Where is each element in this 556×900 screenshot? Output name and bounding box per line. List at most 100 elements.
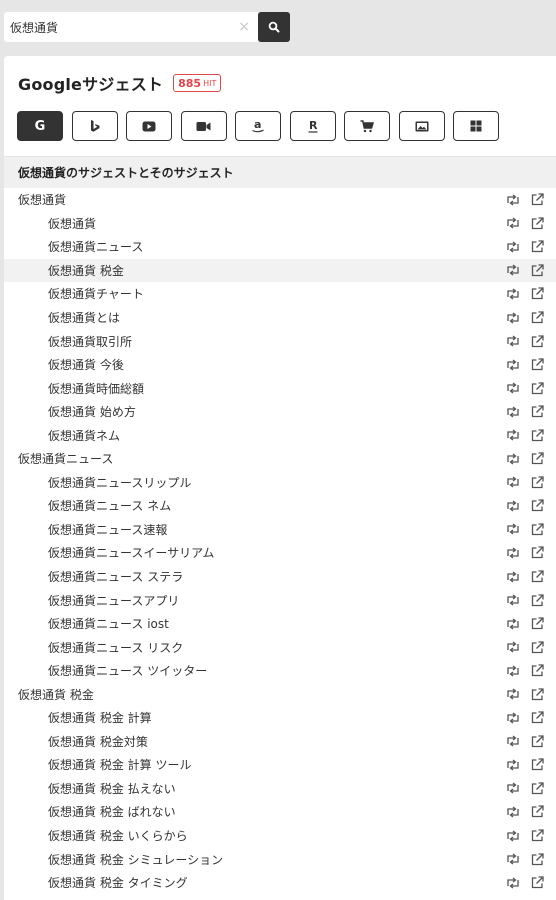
clear-icon[interactable]: × xyxy=(238,18,250,36)
retweet-icon[interactable] xyxy=(504,616,522,632)
retweet-icon[interactable] xyxy=(504,404,522,420)
suggest-row[interactable]: 仮想通貨ニュース リスク xyxy=(4,635,556,659)
retweet-icon[interactable] xyxy=(504,310,522,326)
retweet-icon[interactable] xyxy=(504,851,522,867)
suggest-row[interactable]: 仮想通貨 税金 ばれない xyxy=(4,800,556,824)
engine-button-image[interactable] xyxy=(398,111,445,141)
external-link-icon[interactable] xyxy=(528,875,546,891)
suggest-text[interactable]: 仮想通貨ニュース iost xyxy=(48,615,169,632)
suggest-text[interactable]: 仮想通貨 xyxy=(18,191,66,208)
suggest-row[interactable]: 仮想通貨 税金 タイミング xyxy=(4,871,556,895)
retweet-icon[interactable] xyxy=(504,357,522,373)
external-link-icon[interactable] xyxy=(528,262,546,278)
suggest-group-row[interactable]: 仮想通貨ニュース xyxy=(4,447,556,471)
external-link-icon[interactable] xyxy=(528,757,546,773)
retweet-icon[interactable] xyxy=(504,686,522,702)
engine-button-amazon[interactable]: a xyxy=(235,111,281,141)
external-link-icon[interactable] xyxy=(528,192,546,208)
suggest-row[interactable]: 仮想通貨ニュースアプリ xyxy=(4,588,556,612)
suggest-row[interactable]: 仮想通貨ニュース iost xyxy=(4,612,556,636)
retweet-icon[interactable] xyxy=(504,545,522,561)
external-link-icon[interactable] xyxy=(528,474,546,490)
external-link-icon[interactable] xyxy=(528,686,546,702)
suggest-group-row[interactable]: 仮想通貨 税金 xyxy=(4,682,556,706)
external-link-icon[interactable] xyxy=(528,380,546,396)
retweet-icon[interactable] xyxy=(504,262,522,278)
suggest-text[interactable]: 仮想通貨ニュース速報 xyxy=(48,521,167,538)
suggest-text[interactable]: 仮想通貨 税金 計算 ツール xyxy=(48,756,191,773)
suggest-row[interactable]: 仮想通貨 税金 xyxy=(4,258,556,283)
suggest-text[interactable]: 仮想通貨 税金 計算 xyxy=(48,709,152,726)
retweet-icon[interactable] xyxy=(504,380,522,396)
suggest-row[interactable]: 仮想通貨ニュースリップル xyxy=(4,471,556,495)
external-link-icon[interactable] xyxy=(528,286,546,302)
suggest-text[interactable]: 仮想通貨 税金 タイミング xyxy=(48,874,188,891)
suggest-text[interactable]: 仮想通貨チャート xyxy=(48,285,144,302)
external-link-icon[interactable] xyxy=(528,804,546,820)
retweet-icon[interactable] xyxy=(504,474,522,490)
suggest-text[interactable]: 仮想通貨ネム xyxy=(48,427,120,444)
suggest-row[interactable]: 仮想通貨ニュース ステラ xyxy=(4,565,556,589)
suggest-row[interactable]: 仮想通貨ニュース xyxy=(4,235,556,259)
engine-button-google[interactable]: G xyxy=(17,111,63,141)
suggest-text[interactable]: 仮想通貨 始め方 xyxy=(48,403,136,420)
suggest-row[interactable]: 仮想通貨 税金 払えない xyxy=(4,777,556,801)
retweet-icon[interactable] xyxy=(504,239,522,255)
suggest-row[interactable]: 仮想通貨 税金対策 xyxy=(4,730,556,754)
retweet-icon[interactable] xyxy=(504,828,522,844)
suggest-text[interactable]: 仮想通貨ニュース xyxy=(18,450,113,467)
external-link-icon[interactable] xyxy=(528,616,546,632)
suggest-text[interactable]: 仮想通貨時価総額 xyxy=(48,380,144,397)
suggest-text[interactable]: 仮想通貨 xyxy=(48,215,96,232)
suggest-text[interactable]: 仮想通貨 税金 ばれない xyxy=(48,803,176,820)
retweet-icon[interactable] xyxy=(504,333,522,349)
suggest-row[interactable]: 仮想通貨ニュースイーサリアム xyxy=(4,541,556,565)
suggest-row[interactable]: 仮想通貨ニュース ネム xyxy=(4,494,556,518)
external-link-icon[interactable] xyxy=(528,545,546,561)
external-link-icon[interactable] xyxy=(528,498,546,514)
retweet-icon[interactable] xyxy=(504,639,522,655)
external-link-icon[interactable] xyxy=(528,828,546,844)
external-link-icon[interactable] xyxy=(528,521,546,537)
retweet-icon[interactable] xyxy=(504,757,522,773)
suggest-text[interactable]: 仮想通貨ニュースアプリ xyxy=(48,592,179,609)
suggest-group-row[interactable]: 仮想通貨 xyxy=(4,188,556,212)
retweet-icon[interactable] xyxy=(504,286,522,302)
suggest-text[interactable]: 仮想通貨ニュース リスク xyxy=(48,639,183,656)
external-link-icon[interactable] xyxy=(528,215,546,231)
suggest-row[interactable]: 仮想通貨ネム xyxy=(4,423,556,447)
suggest-row[interactable]: 仮想通貨とは xyxy=(4,306,556,330)
suggest-text[interactable]: 仮想通貨 税金 xyxy=(18,686,94,703)
external-link-icon[interactable] xyxy=(528,404,546,420)
suggest-row[interactable]: 仮想通貨 税金 計算 xyxy=(4,706,556,730)
suggest-text[interactable]: 仮想通貨 税金 払えない xyxy=(48,780,176,797)
retweet-icon[interactable] xyxy=(504,427,522,443)
suggest-row[interactable]: 仮想通貨 xyxy=(4,212,556,236)
suggest-row[interactable]: 仮想通貨チャート xyxy=(4,282,556,306)
external-link-icon[interactable] xyxy=(528,733,546,749)
external-link-icon[interactable] xyxy=(528,357,546,373)
suggest-row[interactable]: 仮想通貨 税金 シミュレーション xyxy=(4,847,556,871)
external-link-icon[interactable] xyxy=(528,851,546,867)
retweet-icon[interactable] xyxy=(504,451,522,467)
suggest-text[interactable]: 仮想通貨ニュースイーサリアム xyxy=(48,544,214,561)
external-link-icon[interactable] xyxy=(528,639,546,655)
retweet-icon[interactable] xyxy=(504,521,522,537)
external-link-icon[interactable] xyxy=(528,451,546,467)
suggest-row[interactable]: 仮想通貨 税金 計算 ツール xyxy=(4,753,556,777)
engine-button-video[interactable] xyxy=(180,111,227,141)
suggest-text[interactable]: 仮想通貨ニュース ネム xyxy=(48,497,171,514)
external-link-icon[interactable] xyxy=(528,239,546,255)
external-link-icon[interactable] xyxy=(528,780,546,796)
engine-button-shopping[interactable] xyxy=(344,111,390,141)
external-link-icon[interactable] xyxy=(528,310,546,326)
engine-button-youtube[interactable] xyxy=(126,111,172,141)
retweet-icon[interactable] xyxy=(504,498,522,514)
external-link-icon[interactable] xyxy=(528,710,546,726)
engine-button-bing[interactable] xyxy=(71,111,118,141)
suggest-text[interactable]: 仮想通貨ニュース ツイッター xyxy=(48,662,207,679)
suggest-text[interactable]: 仮想通貨 今後 xyxy=(48,356,124,373)
search-input[interactable] xyxy=(10,12,230,42)
suggest-text[interactable]: 仮想通貨 税金対策 xyxy=(48,733,148,750)
suggest-row[interactable]: 仮想通貨時価総額 xyxy=(4,376,556,400)
